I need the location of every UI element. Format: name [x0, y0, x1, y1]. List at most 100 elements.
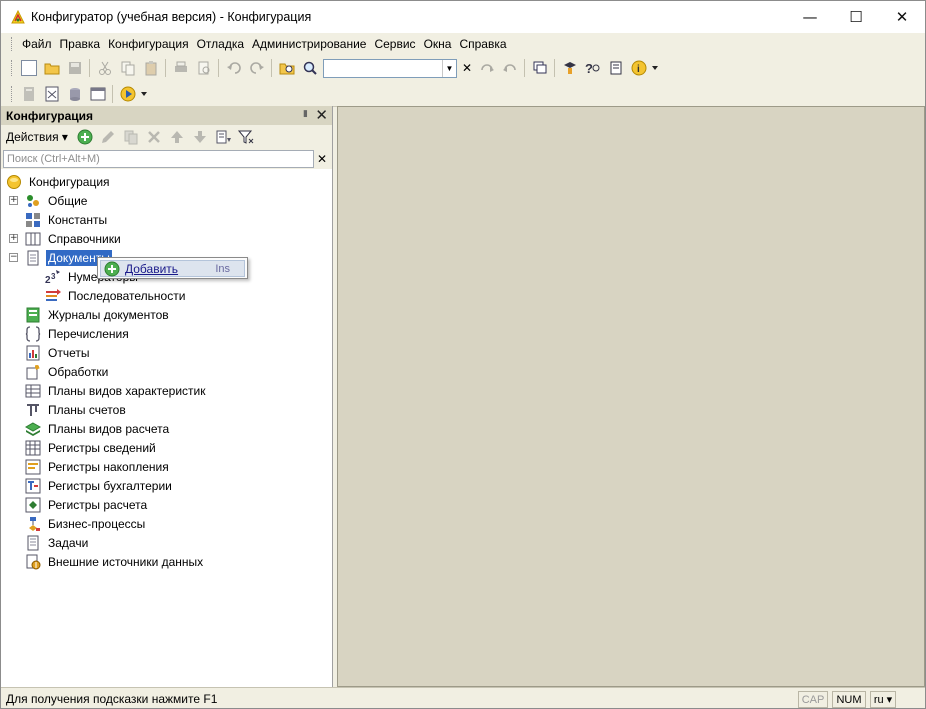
find-next-button[interactable] [475, 57, 498, 79]
print-button[interactable] [169, 57, 192, 79]
collapse-icon[interactable]: − [9, 253, 18, 262]
save-button[interactable] [63, 57, 86, 79]
about-button[interactable]: i [627, 57, 650, 79]
windows-button[interactable] [528, 57, 551, 79]
tree-item-accum-registers[interactable]: Регистры накопления [25, 457, 171, 476]
start-debug-button[interactable] [116, 83, 139, 105]
close-window-button[interactable]: ✕ [879, 1, 925, 33]
move-up-button[interactable] [166, 126, 189, 148]
copy-icon [121, 61, 134, 76]
pin-icon[interactable]: ▮ [303, 108, 308, 119]
menu-service[interactable]: Сервис [370, 33, 419, 55]
delete-icon [148, 131, 161, 143]
actions-menu-button[interactable]: Действия ▾ [6, 130, 68, 144]
context-menu: Добавить Ins [97, 257, 248, 279]
tree-item-reports[interactable]: Отчеты [25, 343, 91, 362]
move-down-button[interactable] [189, 126, 212, 148]
title-bar[interactable]: Конфигуратор (учебная версия) - Конфигур… [1, 1, 925, 33]
tree-item-accounting-registers[interactable]: Регистры бухгалтерии [25, 476, 174, 495]
new-file-button[interactable] [17, 57, 40, 79]
sort-button[interactable] [212, 126, 235, 148]
find-in-files-button[interactable] [275, 57, 298, 79]
language-selector[interactable]: ru ▾ [870, 691, 896, 708]
journals-icon [26, 307, 40, 322]
configuration-panel: Конфигурация ▮ ✕ Действия ▾ Поиск (Ctrl+… [1, 106, 333, 687]
context-menu-add-item[interactable]: Добавить Ins [100, 260, 245, 277]
tree-item-business-processes[interactable]: Бизнес-процессы [25, 514, 147, 533]
configuration-tree[interactable]: Конфигурация + Общие Константы + Справоч… [1, 169, 332, 569]
menu-debug[interactable]: Отладка [193, 33, 248, 55]
expand-icon[interactable]: + [9, 234, 18, 243]
window-title: Конфигуратор (учебная версия) - Конфигур… [31, 10, 312, 24]
clear-search-button[interactable]: ✕ [459, 59, 475, 78]
menu-file[interactable]: Файл [18, 33, 56, 55]
maximize-button[interactable]: ☐ [833, 1, 879, 33]
arrow-up-icon [171, 131, 184, 143]
update-db-button[interactable] [63, 83, 86, 105]
menu-help[interactable]: Справка [455, 33, 510, 55]
chevron-down-icon [652, 66, 658, 70]
tree-item-common[interactable]: + Общие [9, 191, 89, 210]
search-combo-input[interactable] [324, 60, 442, 77]
cut-button[interactable] [93, 57, 116, 79]
tree-item-tasks[interactable]: Задачи [25, 533, 90, 552]
toolbar-grip[interactable] [11, 60, 14, 76]
new-file-icon [20, 60, 37, 76]
panel-search-input[interactable]: Поиск (Ctrl+Alt+M) [3, 150, 314, 168]
help-contents-button[interactable] [604, 57, 627, 79]
menu-grip[interactable] [11, 37, 14, 51]
menu-edit[interactable]: Правка [56, 33, 105, 55]
filter-button[interactable] [235, 126, 258, 148]
menu-administration[interactable]: Администрирование [248, 33, 370, 55]
search-combo[interactable]: ▼ [323, 58, 457, 78]
open-file-button[interactable] [40, 57, 63, 79]
find-prev-button[interactable] [498, 57, 521, 79]
chevron-down-icon[interactable]: ▼ [442, 59, 456, 77]
edit-button[interactable] [97, 126, 120, 148]
tree-item-external-sources[interactable]: Внешние источники данных [25, 552, 205, 571]
tree-item-dataprocessors[interactable]: Обработки [25, 362, 110, 381]
tree-item-chart-of-characteristics[interactable]: Планы видов характеристик [25, 381, 207, 400]
copy-item-button[interactable] [120, 126, 143, 148]
tree-item-info-registers[interactable]: Регистры сведений [25, 438, 158, 457]
delete-button[interactable] [143, 126, 166, 148]
minimize-button[interactable]: — [787, 1, 833, 33]
close-panel-button[interactable]: ✕ [315, 106, 328, 124]
config-icon [23, 86, 34, 101]
tree-item-chart-of-calc[interactable]: Планы видов расчета [25, 419, 171, 438]
tree-item-journals[interactable]: Журналы документов [25, 305, 171, 324]
copy-button[interactable] [116, 57, 139, 79]
tree-item-sequences[interactable]: Последовательности [45, 286, 187, 305]
arrow-down-icon [194, 131, 207, 143]
panel-title: Конфигурация [6, 108, 94, 123]
search-icon [303, 61, 317, 75]
undo-button[interactable] [222, 57, 245, 79]
toolbar-grip[interactable] [11, 85, 14, 102]
tree-root[interactable]: Конфигурация [6, 172, 112, 191]
debug-dropdown-button[interactable] [139, 83, 149, 105]
menu-configuration[interactable]: Конфигурация [104, 33, 193, 55]
tree-item-label: Регистры сведений [48, 440, 156, 455]
open-config-button[interactable] [17, 83, 40, 105]
panel-search-clear-button[interactable]: ✕ [314, 152, 330, 166]
properties-button[interactable] [86, 83, 109, 105]
redo-button[interactable] [245, 57, 268, 79]
syntax-assistant-button[interactable] [558, 57, 581, 79]
compare-config-button[interactable] [40, 83, 63, 105]
tree-item-enums[interactable]: Перечисления [25, 324, 131, 343]
print-preview-icon [198, 61, 209, 75]
search-button[interactable] [298, 57, 321, 79]
expand-icon[interactable]: + [9, 196, 18, 205]
help-search-button[interactable]: ? [581, 57, 604, 79]
paste-button[interactable] [139, 57, 162, 79]
toolbar-overflow-button[interactable] [650, 57, 660, 79]
tree-item-catalogs[interactable]: + Справочники [9, 229, 123, 248]
tree-item-chart-of-accounts[interactable]: Планы счетов [25, 400, 128, 419]
compare-icon [45, 86, 58, 101]
panel-toolbar: Действия ▾ [1, 125, 332, 149]
tree-item-constants[interactable]: Константы [25, 210, 109, 229]
tree-item-calc-registers[interactable]: Регистры расчета [25, 495, 149, 514]
print-preview-button[interactable] [192, 57, 215, 79]
add-button[interactable] [74, 126, 97, 148]
menu-windows[interactable]: Окна [420, 33, 456, 55]
